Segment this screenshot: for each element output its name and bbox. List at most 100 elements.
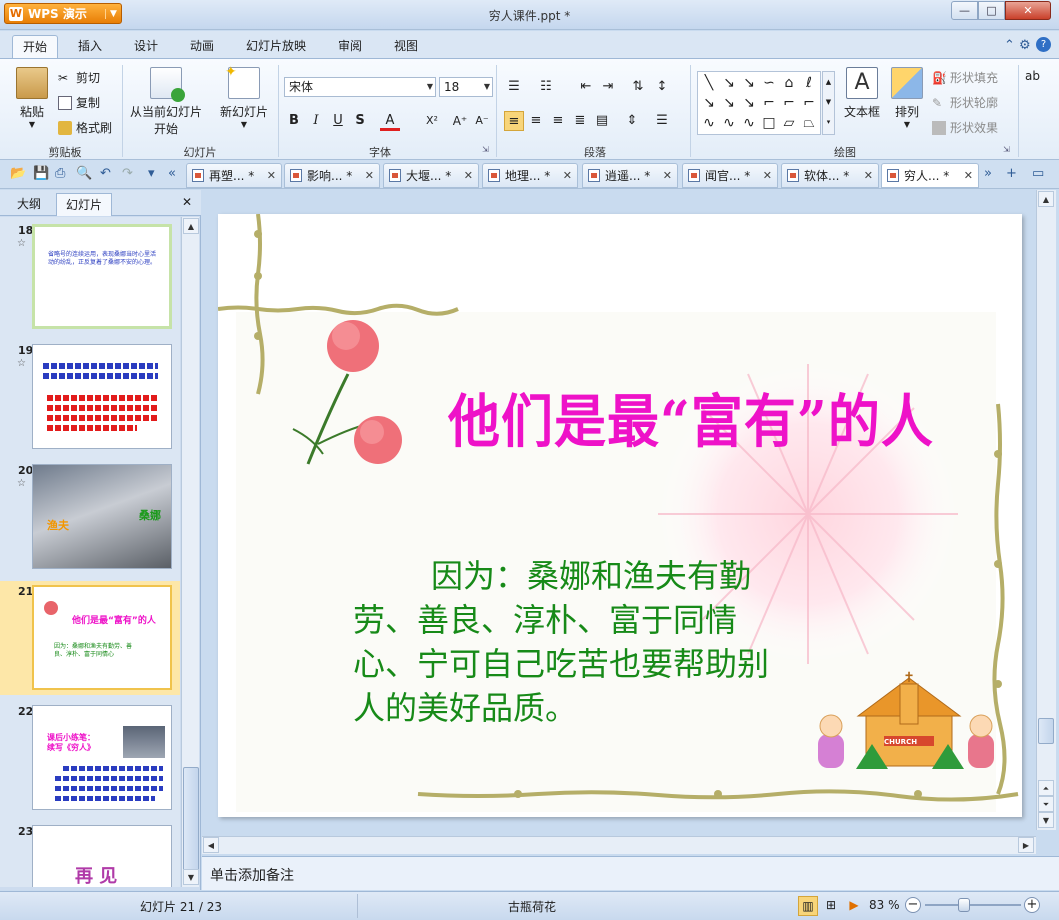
slide-title[interactable]: 他们是最“富有”的人 — [448, 375, 934, 458]
tab-list-icon[interactable]: ▭ — [1032, 166, 1044, 181]
connector-arrow-icon[interactable]: ⌐ — [780, 94, 798, 112]
doc-tab[interactable]: 影响... * ✕ — [284, 163, 380, 188]
zoom-out-icon[interactable]: − — [905, 897, 921, 913]
textbox-button[interactable]: A 文本框 — [842, 67, 882, 120]
gallery-scroll[interactable]: ▲ ▼ ▾ — [822, 71, 835, 135]
align-left-button[interactable]: ≡ — [504, 111, 524, 131]
print-icon[interactable]: ⎙ — [55, 166, 65, 181]
bullets-button[interactable]: ☰ — [504, 77, 524, 97]
tab-review[interactable]: 审阅 — [328, 35, 372, 59]
increase-indent-button[interactable]: ⇥ — [598, 77, 618, 97]
curved-double-icon[interactable]: ∿ — [740, 114, 758, 132]
curved-connector-icon[interactable]: ∿ — [700, 114, 718, 132]
doc-tab[interactable]: 地理... * ✕ — [482, 163, 578, 188]
close-icon[interactable]: ✕ — [365, 169, 374, 182]
decrease-indent-button[interactable]: ⇤ — [576, 77, 596, 97]
curved-arrow-icon[interactable]: ∿ — [720, 114, 738, 132]
doc-tab[interactable]: 再塑... * ✕ — [186, 163, 282, 188]
scrollbar-thumb[interactable] — [1038, 718, 1054, 744]
format-painter-button[interactable]: 格式刷 — [58, 119, 112, 136]
new-tab-icon[interactable]: + — [1006, 166, 1017, 181]
scroll-left-icon[interactable]: ◀ — [203, 837, 219, 853]
copy-button[interactable]: 复制 — [58, 94, 100, 111]
line-spacing-button[interactable]: ↕ — [652, 77, 672, 97]
font-size-select[interactable]: 18 ▼ — [439, 77, 493, 97]
elbow-connector-icon[interactable]: ↘ — [700, 94, 718, 112]
slide-thumbnail[interactable]: 23 再 见 — [0, 825, 180, 887]
tabs-right-icon[interactable]: » — [984, 166, 992, 181]
tab-outline[interactable]: 大纲 — [8, 193, 50, 216]
customize-icon[interactable]: ▾ — [148, 166, 155, 181]
tab-slideshow[interactable]: 幻灯片放映 — [236, 35, 316, 59]
line-shape-icon[interactable]: ╲ — [700, 74, 718, 92]
freeform-shape-icon[interactable]: ⌂ — [780, 74, 798, 92]
new-slide-button[interactable]: ✦ 新幻灯片 ▼ — [216, 64, 272, 129]
numbering-button[interactable]: ☷ — [536, 77, 556, 97]
scribble-shape-icon[interactable]: ℓ — [800, 74, 818, 92]
shrink-font-button[interactable]: A⁻ — [472, 111, 492, 131]
shape-fill-button[interactable]: ⛽ 形状填充 — [932, 69, 998, 86]
arrow-shape-icon[interactable]: ↘ — [720, 74, 738, 92]
tab-home[interactable]: 开始 — [12, 35, 59, 59]
slide-sorter-icon[interactable]: ⊞ — [821, 896, 841, 916]
slide-canvas[interactable]: ✝ CHURCH 他们是最“富有”的人 因为：桑娜和渔夫有勤劳、善良、淳朴、富于… — [218, 214, 1022, 817]
notes-pane[interactable]: 单击添加备注 — [202, 856, 1059, 890]
tab-animation[interactable]: 动画 — [180, 35, 224, 59]
scroll-down-icon[interactable]: ▼ — [183, 869, 199, 885]
tab-slides[interactable]: 幻灯片 — [56, 193, 113, 216]
wordart-button[interactable]: ab — [1025, 69, 1040, 83]
distribute-button[interactable]: ▤ — [592, 111, 612, 131]
thumbnail-scrollbar[interactable]: ▲ ▼ — [181, 217, 199, 887]
editor-horizontal-scrollbar[interactable]: ◀ ▶ — [202, 836, 1036, 854]
zoom-in-icon[interactable]: + — [1024, 897, 1040, 913]
grow-font-button[interactable]: A⁺ — [450, 111, 470, 131]
connector-double-icon[interactable]: ⌐ — [800, 94, 818, 112]
help-icon[interactable]: ? — [1036, 37, 1051, 52]
previous-slide-icon[interactable]: ⏶ — [1038, 780, 1054, 796]
undo-icon[interactable]: ↶ — [100, 166, 111, 181]
close-icon[interactable]: ✕ — [964, 169, 973, 182]
font-color-button[interactable]: A — [380, 111, 400, 131]
scroll-up-icon[interactable]: ▲ — [1038, 191, 1054, 207]
shape-outline-button[interactable]: ✎ 形状轮廓 — [932, 94, 998, 111]
play-from-current-button[interactable]: 从当前幻灯片 开始 — [128, 67, 204, 137]
columns-button[interactable]: ☰ — [652, 111, 672, 131]
rectangle-shape-icon[interactable]: □ — [760, 114, 778, 132]
close-icon[interactable]: ✕ — [563, 169, 572, 182]
italic-button[interactable]: I — [306, 111, 326, 131]
double-arrow-shape-icon[interactable]: ↘ — [740, 74, 758, 92]
redo-icon[interactable]: ↷ — [122, 166, 133, 181]
zoom-slider-track[interactable] — [925, 904, 1021, 906]
elbow-arrow-icon[interactable]: ↘ — [720, 94, 738, 112]
trapezoid-shape-icon[interactable]: ⏢ — [800, 114, 818, 132]
scrollbar-thumb[interactable] — [183, 767, 199, 877]
tab-insert[interactable]: 插入 — [68, 35, 112, 59]
dialog-launcher-icon[interactable]: ⇲ — [1003, 145, 1010, 154]
shapes-gallery[interactable]: ╲ ↘ ↘ ∽ ⌂ ℓ ↘ ↘ ↘ ⌐ ⌐ ⌐ ∿ ∿ ∿ □ ▱ ⏢ — [697, 71, 821, 135]
scroll-up-icon[interactable]: ▲ — [183, 218, 199, 234]
tabs-left-icon[interactable]: « — [168, 166, 176, 181]
align-right-button[interactable]: ≡ — [548, 111, 568, 131]
open-folder-icon[interactable]: 📂 — [10, 166, 26, 181]
curve-shape-icon[interactable]: ∽ — [760, 74, 778, 92]
slide-thumbnail-selected[interactable]: 21 他们是最“富有”的人 因为：桑娜和渔夫有勤劳、善良、淳朴、富于同情心 — [0, 581, 180, 695]
shadow-button[interactable]: S — [350, 111, 370, 131]
dialog-launcher-icon[interactable]: ⇲ — [482, 145, 489, 154]
print-preview-icon[interactable]: 🔍 — [76, 166, 92, 181]
close-icon[interactable]: ✕ — [663, 169, 672, 182]
slideshow-play-icon[interactable]: ▶ — [844, 896, 864, 916]
paragraph-spacing-button[interactable]: ⇕ — [622, 111, 642, 131]
doc-tab[interactable]: 逍遥... * ✕ — [582, 163, 678, 188]
slide-thumbnail[interactable]: 19 ☆ — [0, 344, 180, 456]
arrange-button[interactable]: 排列 ▼ — [888, 67, 926, 129]
align-center-button[interactable]: ≡ — [526, 111, 546, 131]
save-icon[interactable]: 💾 — [33, 166, 49, 181]
slide-body-text[interactable]: 因为：桑娜和渔夫有勤劳、善良、淳朴、富于同情心、宁可自己吃苦也要帮助别人的美好品… — [353, 554, 793, 730]
minimize-button[interactable]: — — [951, 1, 978, 20]
text-direction-button[interactable]: ⇅ — [628, 77, 648, 97]
tab-view[interactable]: 视图 — [384, 35, 428, 59]
elbow-double-arrow-icon[interactable]: ↘ — [740, 94, 758, 112]
doc-tab-active[interactable]: 穷人... * ✕ — [881, 163, 979, 188]
paste-button[interactable]: 粘贴 ▼ — [10, 67, 54, 129]
slide-thumbnail[interactable]: 22 课后小练笔： 续写《穷人》 — [0, 705, 180, 817]
